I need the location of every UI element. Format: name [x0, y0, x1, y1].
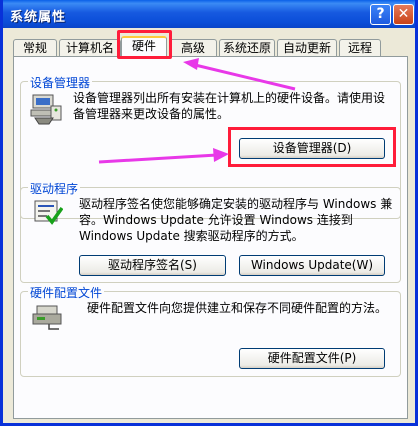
system-properties-window: 系统属性 ? ✕ 常规 计算机名 硬件 高级 系统还原 自动更新 远程 设备管理…	[0, 0, 418, 426]
button-pointer-arrow	[98, 153, 218, 164]
hardware-tab-highlight	[117, 30, 172, 59]
button-pointer-arrowhead	[213, 148, 229, 162]
annotation-arrows	[98, 58, 296, 164]
tab-pointer-arrowhead	[183, 58, 199, 70]
tab-pointer-arrow	[190, 62, 296, 91]
